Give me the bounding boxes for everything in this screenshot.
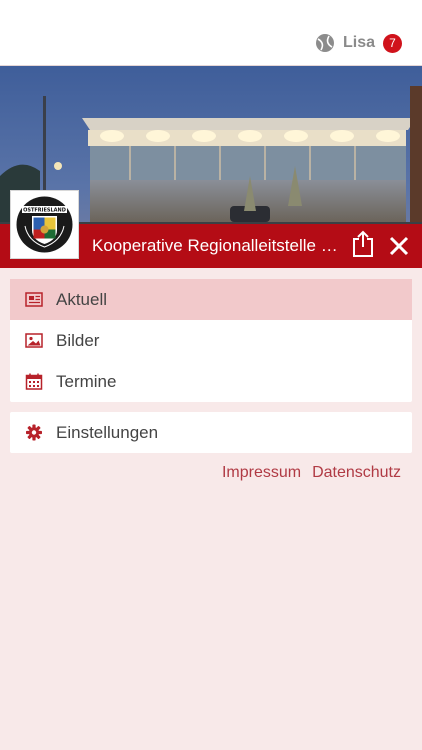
calendar-icon — [25, 373, 43, 390]
page-title: Kooperative Regionalleitstelle Ostfriesl… — [92, 236, 342, 255]
organization-logo: OSTFRIESLAND — [10, 190, 79, 259]
menu-label-bilder: Bilder — [56, 330, 100, 350]
top-bar: Lisa 7 — [0, 0, 422, 66]
image-icon — [25, 333, 43, 348]
impressum-link[interactable]: Impressum — [222, 464, 301, 482]
menu-item-aktuell[interactable]: Aktuell — [10, 279, 412, 320]
close-icon[interactable] — [387, 234, 411, 258]
logo-emblem: OSTFRIESLAND — [16, 196, 73, 253]
menu-label-aktuell: Aktuell — [56, 289, 108, 309]
menu-item-einstellungen[interactable]: Einstellungen — [10, 412, 412, 453]
settings-menu: Einstellungen — [10, 412, 412, 453]
user-menu[interactable]: Lisa 7 — [315, 33, 402, 53]
notification-badge[interactable]: 7 — [383, 33, 402, 53]
datenschutz-link[interactable]: Datenschutz — [312, 464, 401, 482]
menu-item-bilder[interactable]: Bilder — [10, 320, 412, 361]
newspaper-icon — [25, 292, 43, 307]
tennis-ball-icon — [315, 34, 334, 52]
menu-item-termine[interactable]: Termine — [10, 361, 412, 402]
footer-links: Impressum Datenschutz — [222, 464, 401, 482]
user-name: Lisa — [342, 34, 375, 51]
menu-label-termine: Termine — [56, 371, 117, 391]
svg-text:OSTFRIESLAND: OSTFRIESLAND — [23, 208, 66, 214]
share-icon[interactable] — [351, 230, 375, 258]
main-menu: Aktuell Bilder Termine — [10, 279, 412, 402]
gear-icon — [26, 424, 42, 441]
menu-label-einstellungen: Einstellungen — [56, 422, 159, 442]
